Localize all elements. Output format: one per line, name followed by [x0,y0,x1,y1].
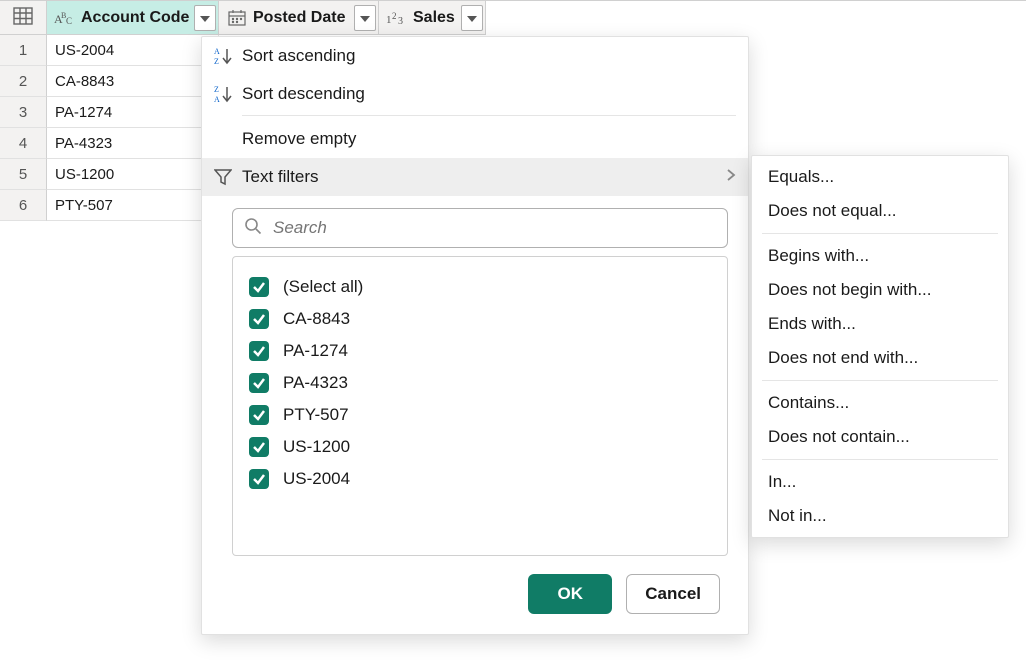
sort-descending-icon: ZA [214,84,242,104]
row-number: 2 [0,66,47,97]
column-label: Sales [413,9,455,27]
menu-label: Sort ascending [242,46,355,66]
filter-dropdown-popup: AZ Sort ascending ZA Sort descending Rem… [201,36,749,635]
filter-value-item[interactable]: US-1200 [249,431,711,463]
search-icon [244,217,262,239]
sort-ascending-icon: AZ [214,46,242,66]
text-filter-equals[interactable]: Equals... [752,160,1008,194]
column-filter-dropdown-button[interactable] [354,5,376,31]
checkbox-checked-icon [249,469,269,489]
checkbox-checked-icon [249,277,269,297]
column-label: Account Code [81,9,189,27]
filter-value-label: PA-1274 [283,341,348,361]
row-number: 1 [0,35,47,66]
column-filter-dropdown-button[interactable] [194,5,216,31]
cell-account-code[interactable]: PA-4323 [47,128,219,159]
date-type-icon [225,7,249,29]
row-number: 3 [0,97,47,128]
column-label: Posted Date [253,9,345,27]
number-type-icon: 123 [385,7,409,29]
menu-separator [762,459,998,460]
svg-text:Z: Z [214,57,219,66]
grid-header-row: ABC Account Code Posted Date 123 Sales [0,0,1026,35]
text-filters-item[interactable]: Text filters [202,158,748,196]
filter-value-item[interactable]: CA-8843 [249,303,711,335]
filter-value-label: CA-8843 [283,309,350,329]
text-filter-begins-with[interactable]: Begins with... [752,239,1008,273]
text-filter-does-not-equal[interactable]: Does not equal... [752,194,1008,228]
text-filter-does-not-contain[interactable]: Does not contain... [752,420,1008,454]
svg-text:A: A [214,95,220,104]
chevron-down-icon [200,10,210,27]
text-filter-does-not-begin-with[interactable]: Does not begin with... [752,273,1008,307]
filter-value-label: US-2004 [283,469,350,489]
row-number: 4 [0,128,47,159]
svg-text:C: C [66,16,72,26]
ok-button[interactable]: OK [528,574,612,614]
chevron-down-icon [467,10,477,27]
remove-empty-item[interactable]: Remove empty [202,120,748,158]
filter-value-select-all[interactable]: (Select all) [249,271,711,303]
menu-label: Text filters [242,167,319,187]
cell-account-code[interactable]: CA-8843 [47,66,219,97]
rownum-column-header[interactable] [0,1,47,35]
text-filters-submenu: Equals... Does not equal... Begins with.… [751,155,1009,538]
menu-label: Remove empty [242,129,356,149]
checkbox-checked-icon [249,373,269,393]
menu-separator [242,115,736,116]
filter-value-label: (Select all) [283,277,363,297]
svg-text:3: 3 [398,16,403,26]
checkbox-checked-icon [249,309,269,329]
menu-separator [762,380,998,381]
checkbox-checked-icon [249,341,269,361]
filter-value-item[interactable]: US-2004 [249,463,711,495]
menu-separator [762,233,998,234]
text-filter-ends-with[interactable]: Ends with... [752,307,1008,341]
cell-account-code[interactable]: US-2004 [47,35,219,66]
checkbox-checked-icon [249,437,269,457]
menu-label: Sort descending [242,84,365,104]
text-type-icon: ABC [53,7,77,29]
filter-value-item[interactable]: PA-4323 [249,367,711,399]
chevron-right-icon [726,167,736,187]
filter-search-input[interactable] [232,208,728,248]
table-icon [13,7,33,29]
svg-text:A: A [214,47,220,56]
filter-value-item[interactable]: PA-1274 [249,335,711,367]
text-filter-contains[interactable]: Contains... [752,386,1008,420]
text-filter-in[interactable]: In... [752,465,1008,499]
svg-text:Z: Z [214,85,219,94]
text-filter-does-not-end-with[interactable]: Does not end with... [752,341,1008,375]
cell-account-code[interactable]: PA-1274 [47,97,219,128]
filter-icon [214,168,242,186]
filter-values-box: (Select all) CA-8843 PA-1274 PA-4323 PTY… [232,256,728,556]
filter-value-label: PTY-507 [283,405,349,425]
sort-ascending-item[interactable]: AZ Sort ascending [202,37,748,75]
cell-account-code[interactable]: US-1200 [47,159,219,190]
column-header-posted-date[interactable]: Posted Date [219,1,379,35]
column-filter-dropdown-button[interactable] [461,5,483,31]
svg-text:1: 1 [386,14,392,26]
filter-search-wrap [232,208,728,248]
svg-text:2: 2 [392,11,397,21]
filter-value-label: US-1200 [283,437,350,457]
sort-descending-item[interactable]: ZA Sort descending [202,75,748,113]
row-number: 6 [0,190,47,221]
column-header-account-code[interactable]: ABC Account Code [47,1,219,35]
text-filter-not-in[interactable]: Not in... [752,499,1008,533]
column-header-sales[interactable]: 123 Sales [379,1,486,35]
checkbox-checked-icon [249,405,269,425]
filter-popup-footer: OK Cancel [202,556,748,620]
filter-value-item[interactable]: PTY-507 [249,399,711,431]
cancel-button[interactable]: Cancel [626,574,720,614]
cell-account-code[interactable]: PTY-507 [47,190,219,221]
filter-value-label: PA-4323 [283,373,348,393]
chevron-down-icon [360,10,370,27]
row-number: 5 [0,159,47,190]
